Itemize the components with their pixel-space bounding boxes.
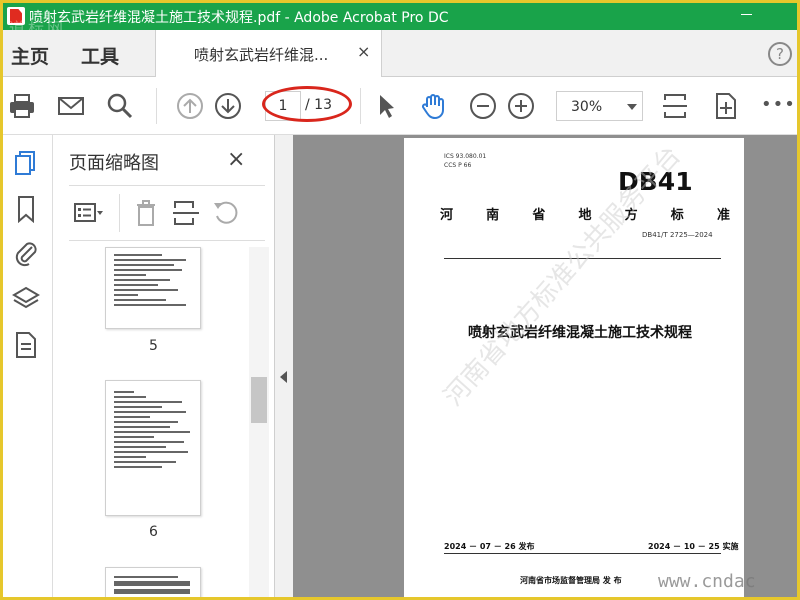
hand-icon[interactable] — [420, 92, 448, 120]
ccs-line: CCS P 66 — [444, 162, 472, 169]
thumbnail-text-lines — [114, 254, 194, 309]
pdf-page: ICS 93.080.01 CCS P 66 DB41 河 南 省 地 方 标 … — [404, 138, 744, 597]
publish-date: 2024 － 07 － 26 发布 — [444, 542, 535, 551]
minimize-button[interactable] — [739, 3, 757, 27]
issuer: 河南省市场监督管理局 发 布 — [520, 576, 622, 585]
zoom-out-icon[interactable] — [469, 92, 497, 120]
thumbnail-options-icon[interactable] — [73, 198, 103, 228]
fit-page-icon[interactable] — [661, 92, 689, 120]
page-watermark: 河南省地方标准公共服务平台 — [438, 140, 687, 413]
document-tab-close-button[interactable]: × — [357, 42, 370, 61]
panel-toolbar — [69, 185, 265, 241]
thumbnail-panel: 页面缩略图 × 5 6 — [53, 135, 275, 597]
heading-char: 省 — [532, 208, 546, 223]
document-viewer[interactable]: ICS 93.080.01 CCS P 66 DB41 河 南 省 地 方 标 … — [293, 135, 797, 597]
trash-icon[interactable] — [131, 198, 161, 228]
panel-separator — [119, 194, 120, 232]
scrollbar-thumb[interactable] — [251, 377, 267, 423]
title-bar: 喷射玄武岩纤维混凝土施工技术规程.pdf - Adobe Acrobat Pro… — [3, 3, 797, 38]
document-title: 喷射玄武岩纤维混凝土施工技术规程 — [468, 325, 692, 341]
footer-rule — [444, 553, 721, 554]
page-thumbnail-number: 5 — [149, 338, 158, 354]
layers-icon[interactable] — [12, 285, 40, 313]
page-thumbnail-7[interactable] — [105, 567, 201, 597]
zoom-select[interactable]: 30% — [556, 91, 643, 121]
page-thumbnail-number: 6 — [149, 524, 158, 540]
tab-tools[interactable]: 工具 — [81, 42, 119, 69]
select-arrow-icon[interactable] — [372, 92, 400, 120]
page-thumbnails-icon[interactable] — [12, 149, 40, 177]
attachments-icon[interactable] — [12, 239, 40, 267]
panel-close-button[interactable]: × — [227, 147, 245, 172]
tab-row: 主页 工具 喷射玄武岩纤维混... × — [3, 30, 797, 77]
toolbar-separator — [156, 88, 157, 124]
thumbnail-text-lines — [114, 576, 194, 597]
zoom-in-icon[interactable] — [507, 92, 535, 120]
toolbar: 1 / 13 30% ••• — [3, 78, 797, 135]
panel-scrollbar[interactable] — [249, 247, 269, 597]
page-number-input[interactable]: 1 — [265, 91, 301, 121]
chevron-down-icon — [627, 104, 637, 110]
page-total: / 13 — [305, 97, 332, 113]
search-icon[interactable] — [106, 92, 134, 120]
heading-char: 准 — [716, 208, 730, 223]
heading-char: 河 — [440, 208, 454, 223]
document-tab-label: 喷射玄武岩纤维混... — [194, 46, 329, 64]
app-window: 喷射玄武岩纤维混凝土施工技术规程.pdf - Adobe Acrobat Pro… — [3, 3, 797, 597]
navigation-rail — [3, 135, 53, 597]
document-tab[interactable]: 喷射玄武岩纤维混... × — [155, 30, 382, 77]
heading-char: 南 — [486, 208, 500, 223]
bookmarks-icon[interactable] — [12, 195, 40, 223]
toolbar-separator — [360, 88, 361, 124]
panel-title: 页面缩略图 — [69, 153, 159, 174]
page-down-icon[interactable] — [214, 92, 242, 120]
window-title: 喷射玄武岩纤维混凝土施工技术规程.pdf - Adobe Acrobat Pro… — [29, 10, 449, 26]
page-thumbnail-6[interactable] — [105, 380, 201, 516]
zoom-value: 30% — [571, 99, 603, 115]
panel-collapse-handle[interactable] — [275, 135, 293, 597]
ics-line: ICS 93.080.01 — [444, 153, 487, 160]
tab-home[interactable]: 主页 — [11, 42, 49, 69]
page-thumbnail-5[interactable] — [105, 247, 201, 329]
email-icon[interactable] — [57, 92, 85, 120]
heading-char: 标 — [670, 208, 684, 223]
standard-number: DB41/T 2725—2024 — [642, 231, 713, 239]
document-icon[interactable] — [12, 331, 40, 359]
ics-code: ICS 93.080.01 CCS P 66 — [444, 152, 486, 170]
more-tools-button[interactable]: ••• — [761, 94, 796, 115]
help-icon[interactable] — [768, 42, 792, 66]
page-up-icon[interactable] — [176, 92, 204, 120]
thumbnail-text-lines — [114, 391, 194, 471]
insert-page-icon[interactable] — [171, 198, 201, 228]
site-watermark: www.cndac — [658, 571, 756, 592]
implement-date: 2024 － 10 － 25 实施 — [648, 542, 739, 551]
rotate-icon[interactable] — [211, 198, 241, 228]
full-screen-icon[interactable] — [711, 92, 739, 120]
print-icon[interactable] — [8, 92, 36, 120]
